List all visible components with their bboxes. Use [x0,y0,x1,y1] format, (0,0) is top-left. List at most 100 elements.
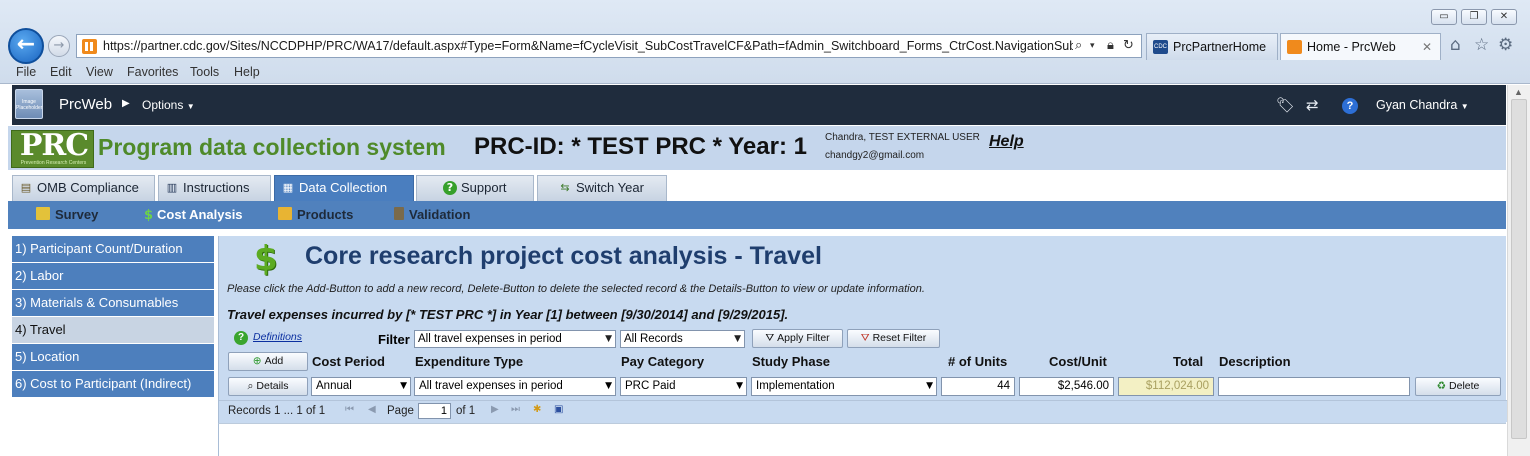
scrollbar-thumb[interactable] [1511,99,1527,439]
home-icon[interactable]: ⌂ [1450,35,1461,55]
options-menu[interactable]: Options ▼ [142,98,195,112]
tab-data-collection[interactable]: ▦ Data Collection [274,175,414,201]
reset-filter-button[interactable]: ⛛ Reset Filter [847,329,940,348]
restore-button[interactable]: ❐ [1461,9,1487,25]
menu-file[interactable]: File [16,65,36,79]
col-units: # of Units [948,354,1008,369]
settings-gear-icon[interactable]: ⚙ [1498,35,1513,55]
cost-unit-input[interactable]: $2,546.00 [1019,377,1114,396]
menu-favorites[interactable]: Favorites [127,65,178,79]
subnav-products[interactable]: Products [278,207,353,222]
subnav-cost-analysis[interactable]: $ Cost Analysis [144,207,243,223]
subnav-survey[interactable]: Survey [36,207,98,222]
description-input[interactable] [1218,377,1410,396]
refresh-icon[interactable]: ↻ [1123,38,1134,53]
col-description: Description [1219,354,1291,369]
records-select[interactable]: All Records ▼ [620,330,745,348]
first-page-icon[interactable]: ⏮ [345,404,354,415]
cost-period-select[interactable]: Annual ▼ [311,377,411,396]
browser-tab-home-prcweb[interactable]: Home - PrcWeb ✕ [1280,33,1441,60]
close-tab-icon[interactable]: ✕ [1422,34,1432,60]
menu-tools[interactable]: Tools [190,65,219,79]
tab-instructions[interactable]: ▥ Instructions [158,175,271,201]
sidebar-item-materials[interactable]: 3) Materials & Consumables [12,290,214,316]
add-button[interactable]: ⊕ Add [228,352,308,371]
back-button[interactable]: ← [8,28,44,64]
delete-label: Delete [1449,380,1480,392]
book-icon: ▥ [166,181,178,194]
dollar-icon: $ [144,208,154,223]
apply-filter-button[interactable]: ⛛ Apply Filter [752,329,843,348]
lock-icon[interactable]: 🔒︎ [1107,38,1114,53]
apply-filter-label: Apply Filter [777,332,830,344]
app-name[interactable]: PrcWeb [59,96,112,113]
save-icon[interactable]: ▣ [554,404,563,415]
user-menu[interactable]: Gyan Chandra ▼ [1376,98,1469,112]
help-icon: ? [443,181,457,195]
sidebar-item-location[interactable]: 5) Location [12,344,214,370]
chevron-down-icon: ▼ [1460,102,1469,111]
scroll-up-icon[interactable]: ▲ [1514,87,1523,97]
app-logo[interactable]: Image Placeholder [15,89,43,119]
dropdown-caret-icon[interactable]: ▾ [1090,41,1095,51]
col-total: Total [1173,354,1204,369]
subnav-validation[interactable]: Validation [394,207,470,222]
help-icon[interactable]: ? [234,331,248,345]
chevron-down-icon: ▼ [605,381,612,391]
page-scrollbar[interactable]: ▲ [1507,85,1530,456]
chevron-down-icon: ▼ [186,102,195,111]
sub-navigation: Survey $ Cost Analysis Products Validatio… [8,201,1506,229]
travel-cost-form: $ Core research project cost analysis - … [218,236,1507,423]
delete-button[interactable]: ♻ Delete [1415,377,1501,396]
tab-omb-compliance[interactable]: ▤ OMB Compliance [12,175,155,201]
page-total: of 1 [456,405,476,417]
expenditure-type-select[interactable]: All travel expenses in period ▼ [414,377,616,396]
details-button[interactable]: ⌕ Details [228,377,308,396]
sidebar-item-travel[interactable]: 4) Travel [12,317,214,343]
last-page-icon[interactable]: ⏭ [511,404,520,415]
main-tabs: ▤ OMB Compliance ▥ Instructions ▦ Data C… [8,170,1506,201]
add-icon: ⊕ [252,355,262,367]
forward-button[interactable]: → [48,35,70,57]
menu-bar: File Edit View Favorites Tools Help [0,63,1530,83]
share-icon[interactable]: ⇄ [1306,96,1319,114]
minimize-button[interactable]: ▭ [1431,9,1457,25]
sidebar-item-participant-count[interactable]: 1) Participant Count/Duration [12,236,214,262]
tab-label: Instructions [183,180,250,195]
app-navbar: Image Placeholder PrcWeb ▶ Options ▼ 🏷︎ … [12,85,1506,125]
panel-footer [218,423,1506,456]
expenditure-type-value: All travel expenses in period [419,380,563,392]
menu-help[interactable]: Help [234,65,260,79]
clear-filter-icon: ⛛ [860,332,870,344]
menu-edit[interactable]: Edit [50,65,72,79]
tab-switch-year[interactable]: ⇆ Switch Year [537,175,667,201]
close-window-button[interactable]: ✕ [1491,9,1517,25]
sidebar-item-cost-to-participant[interactable]: 6) Cost to Participant (Indirect) [12,371,214,397]
next-page-icon[interactable]: ▶ [491,404,499,415]
tag-icon[interactable]: 🏷︎ [1276,96,1295,114]
filter-select[interactable]: All travel expenses in period ▼ [414,330,616,348]
url-text[interactable]: https://partner.cdc.gov/Sites/NCCDPHP/PR… [103,39,1073,53]
page-number-input[interactable]: 1 [418,403,451,419]
definitions-link[interactable]: Definitions [253,331,302,343]
magnifier-icon: ⌕ [247,380,254,392]
favorites-star-icon[interactable]: ☆ [1474,35,1489,55]
help-icon[interactable]: ? [1342,98,1358,114]
search-icon[interactable]: ⌕ [1075,38,1082,53]
subnav-label: Cost Analysis [157,207,243,222]
site-icon [1287,40,1302,54]
address-bar[interactable]: https://partner.cdc.gov/Sites/NCCDPHP/PR… [76,34,1142,58]
study-phase-select[interactable]: Implementation ▼ [751,377,937,396]
sidebar-item-labor[interactable]: 2) Labor [12,263,214,289]
pay-category-select[interactable]: PRC Paid ▼ [620,377,747,396]
folder-icon [278,207,292,220]
help-link[interactable]: Help [989,133,1024,151]
browser-tab-prcpartnerhome[interactable]: CDC PrcPartnerHome [1146,33,1278,60]
chevron-down-icon: ▼ [400,381,407,391]
previous-page-icon[interactable]: ◀ [368,404,376,415]
tab-support[interactable]: ? Support [416,175,534,201]
menu-view[interactable]: View [86,65,113,79]
units-input[interactable]: 44 [941,377,1015,396]
cost-period-value: Annual [316,380,352,392]
new-record-icon[interactable]: ✱ [533,404,541,415]
